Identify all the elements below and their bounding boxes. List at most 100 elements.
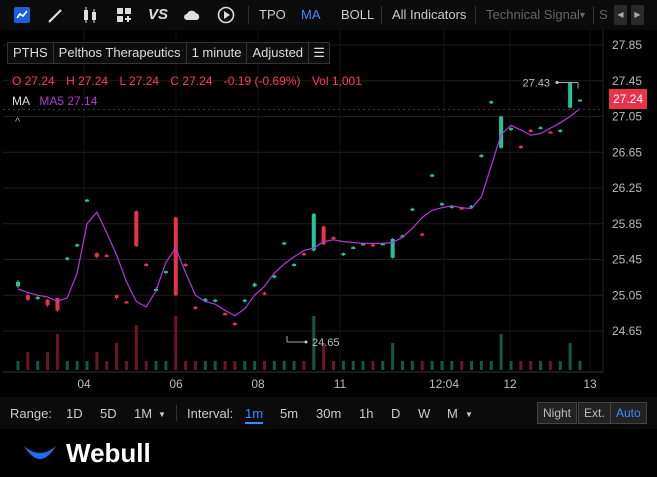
- volume-bar: [450, 361, 454, 370]
- toolbar-clipped-item[interactable]: S: [599, 7, 608, 22]
- x-tick-label: 06: [169, 377, 183, 391]
- ma5-value: MA5 27.14: [39, 94, 98, 108]
- volume-value: 1,001: [331, 74, 362, 88]
- interval-m[interactable]: M: [447, 406, 458, 421]
- collapse-icon[interactable]: ^: [15, 116, 20, 128]
- scroll-right-icon[interactable]: ▶: [631, 5, 644, 25]
- volume-bar: [223, 361, 227, 370]
- candle-body: [75, 244, 80, 247]
- candle-body: [134, 211, 139, 247]
- range-5d[interactable]: 5D: [100, 406, 117, 421]
- volume-bar: [410, 361, 414, 370]
- ma-legend: MA MA5 27.14: [12, 94, 97, 108]
- candle-body: [223, 313, 228, 316]
- chart-type-icon[interactable]: [12, 5, 32, 25]
- candle-body: [232, 322, 237, 325]
- y-tick-label: 25.05: [612, 288, 642, 302]
- session-auto-button[interactable]: Auto: [610, 402, 647, 424]
- candle-body: [370, 244, 375, 247]
- candle-body: [45, 299, 50, 306]
- compare-icon[interactable]: VS: [148, 6, 168, 23]
- candle-body: [499, 116, 504, 148]
- scroll-left-icon[interactable]: ◀: [614, 5, 627, 25]
- open-label: O: [12, 74, 22, 88]
- toolbar-divider: [248, 6, 249, 24]
- interval-d[interactable]: D: [391, 406, 400, 421]
- candle-body: [242, 299, 247, 302]
- replay-icon[interactable]: [216, 5, 236, 25]
- all-indicators-button[interactable]: All Indicators: [392, 7, 466, 22]
- volume-bar: [65, 361, 69, 370]
- open-value: 27.24: [24, 74, 55, 88]
- volume-bar: [371, 361, 375, 370]
- candle-body: [331, 237, 336, 240]
- volume-bar: [243, 361, 247, 370]
- ma-label: MA: [12, 94, 30, 108]
- layout-icon[interactable]: [114, 5, 134, 25]
- cloud-icon[interactable]: [182, 5, 202, 25]
- candle-body: [35, 297, 40, 300]
- high-label: H: [66, 74, 75, 88]
- volume-bar: [115, 343, 119, 370]
- candle-body: [420, 233, 425, 236]
- volume-bar: [203, 361, 207, 370]
- candles-icon[interactable]: [80, 5, 100, 25]
- toolbar-divider: [381, 6, 382, 24]
- interval-5m[interactable]: 5m: [280, 406, 298, 421]
- interval-1m[interactable]: 1m: [245, 406, 264, 424]
- volume-bar: [509, 361, 513, 370]
- candle-body: [94, 253, 99, 257]
- volume-bar: [391, 343, 395, 370]
- volume-bar: [55, 334, 59, 370]
- volume-bar: [134, 325, 138, 370]
- high-marker-dot: [555, 81, 559, 85]
- volume-bar: [568, 343, 572, 370]
- ticker-label[interactable]: PTHS: [8, 43, 54, 63]
- top-toolbar: VS TPO MA BOLL All Indicators Technical …: [0, 0, 657, 30]
- candle-body: [508, 128, 513, 131]
- volume-bar: [430, 361, 434, 370]
- candle-body: [272, 275, 277, 278]
- interval-w[interactable]: W: [418, 406, 430, 421]
- volume-bar: [529, 361, 533, 370]
- interval-label[interactable]: 1 minute: [187, 43, 248, 63]
- interval-30m[interactable]: 30m: [316, 406, 341, 421]
- volume-bar: [470, 361, 474, 370]
- candle-body: [410, 208, 415, 211]
- y-tick-label: 24.65: [612, 324, 642, 338]
- adjustment-label[interactable]: Adjusted: [247, 43, 310, 63]
- toolbar-tpo[interactable]: TPO: [259, 7, 286, 22]
- toolbar-boll[interactable]: BOLL: [341, 7, 374, 22]
- close-value: 27.24: [182, 74, 213, 88]
- candle-body: [538, 127, 543, 130]
- candle-body: [55, 297, 60, 311]
- volume-bar: [16, 361, 20, 370]
- y-tick-label: 27.45: [612, 74, 642, 88]
- volume-bar: [548, 361, 552, 370]
- interval-1h[interactable]: 1h: [359, 406, 373, 421]
- x-tick-label: 08: [251, 377, 265, 391]
- change-value: -0.19 (-0.69%): [223, 74, 301, 88]
- volume-bar: [85, 361, 89, 370]
- range-1d[interactable]: 1D: [66, 406, 83, 421]
- chevron-down-icon[interactable]: ▼: [465, 410, 473, 419]
- toolbar-ma[interactable]: MA: [301, 7, 321, 22]
- draw-icon[interactable]: [46, 5, 66, 25]
- range-1m[interactable]: 1M: [134, 406, 152, 421]
- menu-icon[interactable]: ☰: [309, 43, 329, 63]
- candle-body: [568, 82, 573, 108]
- ohlc-legend: O 27.24 H 27.24 L 27.24 C 27.24 -0.19 (-…: [12, 74, 370, 88]
- x-tick-label: 04: [77, 377, 91, 391]
- x-tick-label: 13: [583, 377, 597, 391]
- symbol-info-bar: PTHS Pelthos Therapeutics 1 minute Adjus…: [7, 42, 331, 64]
- toolbar-divider: [475, 6, 476, 24]
- session-ext-button[interactable]: Ext.: [578, 402, 611, 424]
- volume-bar: [282, 361, 286, 370]
- session-night-button[interactable]: Night: [537, 402, 578, 424]
- volume-bar: [144, 361, 148, 370]
- ma5-line: [17, 108, 581, 317]
- candle-body: [65, 257, 70, 260]
- chevron-down-icon[interactable]: ▼: [158, 410, 166, 419]
- technical-signal-button[interactable]: Technical Signal: [486, 7, 580, 22]
- candle-body: [578, 99, 582, 102]
